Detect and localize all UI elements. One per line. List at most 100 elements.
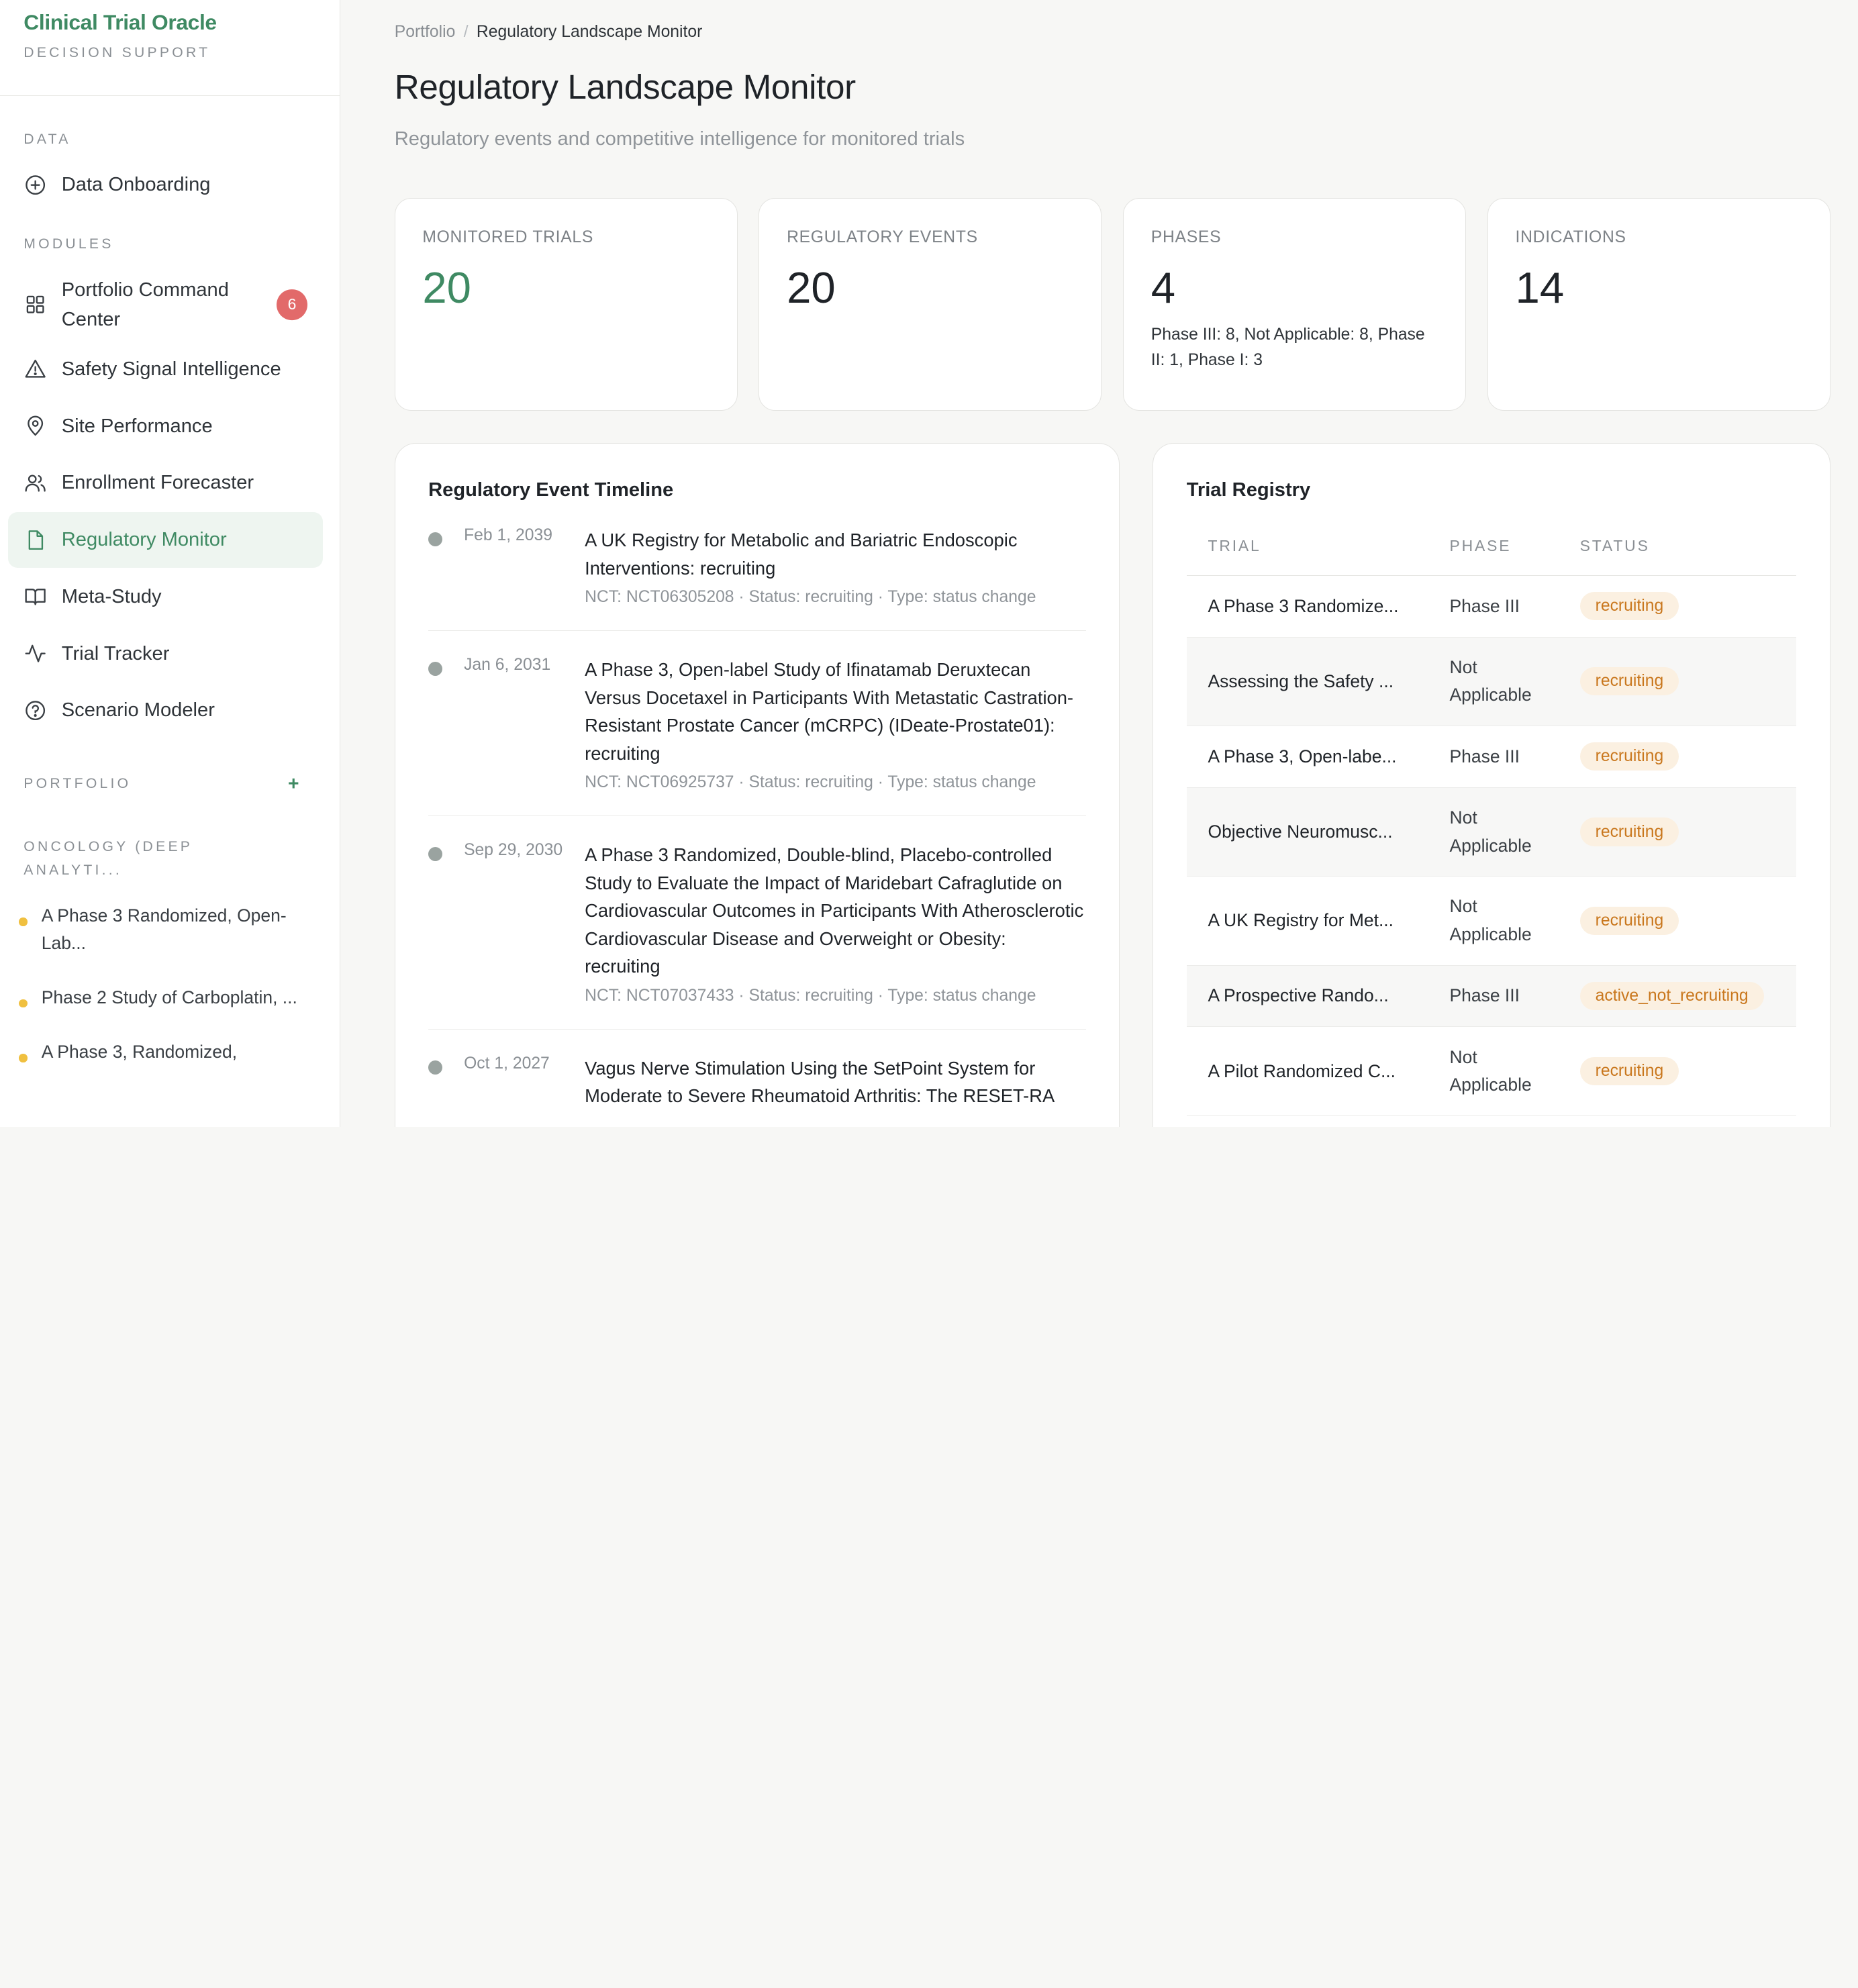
sidebar-item-portfolio-command-center[interactable]: Portfolio Command Center 6 (8, 269, 323, 340)
status-cell: recruiting (1558, 1026, 1797, 1116)
trial-cell: A Phase 3 Randomize... (1186, 575, 1428, 638)
brand: Clinical Trial Oracle DECISION SUPPORT (0, 0, 340, 96)
timeline-event[interactable]: Jan 6, 2031 A Phase 3, Open-label Study … (428, 631, 1086, 817)
column-header-trial[interactable]: TRIAL (1186, 536, 1428, 576)
sidebar-item-scenario-modeler[interactable]: Scenario Modeler (8, 683, 323, 738)
portfolio-trial-item[interactable]: Phase 2 Study of Carboplatin, ... (0, 984, 340, 1011)
column-header-phase[interactable]: PHASE (1428, 536, 1559, 576)
sidebar-item-label: Data Onboarding (61, 174, 211, 196)
phase-cell: Not Applicable (1428, 1026, 1559, 1116)
trial-registry: Trial Registry TRIAL PHASE STATUS A Phas… (1153, 443, 1830, 1127)
sidebar-item-trial-tracker[interactable]: Trial Tracker (8, 626, 323, 681)
plus-circle-icon (23, 173, 47, 197)
map-pin-icon (23, 414, 47, 438)
table-row[interactable]: A Phase 3 Randomize... Phase III recruit… (1186, 575, 1797, 638)
timeline-event[interactable]: Feb 1, 2039 A UK Registry for Metabolic … (428, 501, 1086, 632)
sidebar-item-meta-study[interactable]: Meta-Study (8, 568, 323, 624)
event-meta: NCT: NCT06925737 · Status: recruiting · … (585, 773, 1036, 791)
sidebar-item-safety-signal-intelligence[interactable]: Safety Signal Intelligence (8, 342, 323, 397)
sidebar-item-data-onboarding[interactable]: Data Onboarding (8, 157, 323, 213)
table-row[interactable]: A UK Registry for Met... Not Applicable … (1186, 876, 1797, 966)
stat-breakdown: Phase III: 8, Not Applicable: 8, Phase I… (1151, 325, 1425, 369)
sidebar-item-enrollment-forecaster[interactable]: Enrollment Forecaster (8, 455, 323, 511)
breadcrumb-current: Regulatory Landscape Monitor (476, 22, 703, 41)
breadcrumb-separator: / (463, 22, 469, 41)
portfolio-header: PORTFOLIO + (0, 773, 340, 795)
status-cell: recruiting (1558, 726, 1797, 788)
sidebar-item-label: Safety Signal Intelligence (61, 358, 281, 380)
stat-card-indications: INDICATIONS 14 (1487, 197, 1830, 411)
breadcrumb-root[interactable]: Portfolio (395, 23, 456, 42)
status-cell: recruiting (1558, 575, 1797, 638)
notification-badge: 6 (277, 289, 307, 320)
event-body: A Phase 3, Open-label Study of Ifinatama… (585, 656, 1085, 792)
breadcrumb: Portfolio / Regulatory Landscape Monitor (395, 23, 1830, 42)
event-title: A UK Registry for Metabolic and Bariatri… (585, 530, 1018, 579)
status-dot (19, 917, 28, 926)
timeline-dot (428, 532, 443, 547)
status-cell: recruiting (1558, 787, 1797, 877)
sidebar-item-label: Scenario Modeler (61, 699, 215, 722)
stat-label: MONITORED TRIALS (422, 228, 594, 246)
event-date: Oct 1, 2027 (464, 1054, 550, 1073)
stat-value: 20 (422, 262, 471, 312)
panels-row: Regulatory Event Timeline Feb 1, 2039 A … (394, 443, 1830, 1127)
document-icon (23, 528, 47, 552)
grid-icon (23, 293, 47, 316)
stat-value: 14 (1515, 262, 1565, 312)
status-badge: recruiting (1579, 1056, 1679, 1086)
stat-label: PHASES (1151, 228, 1222, 246)
table-row[interactable]: A Pilot Randomized C... Not Applicable r… (1186, 1026, 1797, 1116)
sidebar-item-label: Site Performance (61, 415, 213, 437)
trial-cell: A Prospective Rando... (1186, 965, 1428, 1028)
status-badge: recruiting (1579, 592, 1679, 621)
timeline-dot (428, 847, 443, 862)
event-title: A Phase 3, Open-label Study of Ifinatama… (585, 659, 1074, 764)
event-body: A Phase 3 Randomized, Double-blind, Plac… (585, 841, 1085, 1005)
portfolio-trial-item[interactable]: A Phase 3 Randomized, Open-Lab... (0, 902, 340, 956)
add-portfolio-button[interactable]: + (288, 773, 299, 795)
status-badge: recruiting (1579, 817, 1679, 846)
app-subtitle: DECISION SUPPORT (23, 45, 211, 61)
trial-cell: Objective Neuromusc... (1186, 787, 1428, 877)
status-cell: recruiting (1558, 876, 1797, 966)
portfolio-group-label[interactable]: ONCOLOGY (DEEP ANALYTI... (0, 835, 237, 883)
stat-label: INDICATIONS (1515, 228, 1626, 246)
sidebar-item-regulatory-monitor[interactable]: Regulatory Monitor (8, 511, 323, 568)
event-title: A Phase 3 Randomized, Double-blind, Plac… (585, 844, 1084, 977)
sidebar-item-site-performance[interactable]: Site Performance (8, 398, 323, 454)
activity-icon (23, 642, 47, 665)
event-title: Vagus Nerve Stimulation Using the SetPoi… (585, 1057, 1055, 1107)
page-title: Regulatory Landscape Monitor (394, 68, 856, 107)
timeline-event[interactable]: Sep 29, 2030 A Phase 3 Randomized, Doubl… (428, 816, 1086, 1030)
timeline-event[interactable]: Oct 1, 2027 Vagus Nerve Stimulation Usin… (428, 1030, 1085, 1127)
sidebar-item-label: Enrollment Forecaster (61, 472, 254, 494)
stat-card-monitored-trials: MONITORED TRIALS 20 (394, 197, 738, 411)
stat-card-regulatory-events: REGULATORY EVENTS 20 (759, 197, 1102, 411)
event-date: Sep 29, 2030 (464, 841, 563, 860)
status-badge: active_not_recruiting (1579, 981, 1764, 1010)
main-content: Portfolio / Regulatory Landscape Monitor… (340, 0, 1858, 1127)
portfolio-trial-item[interactable]: A Phase 3, Randomized, (0, 1038, 340, 1066)
stat-value: 4 (1151, 262, 1176, 312)
phase-cell: Not Applicable (1428, 876, 1559, 966)
table-row[interactable]: Assessing the Safety ... Not Applicable … (1186, 637, 1797, 727)
book-open-icon (23, 585, 47, 608)
trial-cell: A Pilot Randomized C... (1186, 1026, 1428, 1116)
regulatory-event-timeline: Regulatory Event Timeline Feb 1, 2039 A … (394, 443, 1120, 1127)
portfolio-trial-label: A Phase 3 Randomized, Open-Lab... (41, 905, 287, 953)
status-badge: recruiting (1579, 742, 1679, 771)
column-header-status[interactable]: STATUS (1558, 536, 1797, 576)
table-row[interactable]: Objective Neuromusc... Not Applicable re… (1186, 787, 1797, 877)
table-row[interactable]: A Phase 3, Open-labe... Phase III recrui… (1186, 726, 1797, 788)
status-dot (19, 999, 28, 1008)
panel-title: Regulatory Event Timeline (428, 479, 674, 501)
event-body: A UK Registry for Metabolic and Bariatri… (585, 526, 1085, 607)
timeline-dot (428, 662, 443, 677)
table-row[interactable]: A Prospective Rando... Phase III active_… (1186, 965, 1797, 1028)
event-date: Jan 6, 2031 (464, 656, 551, 675)
status-badge: recruiting (1579, 667, 1679, 696)
portfolio-trial-label: A Phase 3, Randomized, (41, 1042, 238, 1062)
app-title[interactable]: Clinical Trial Oracle (23, 9, 315, 36)
trial-registry-table: TRIAL PHASE STATUS A Phase 3 Randomize..… (1186, 536, 1797, 1116)
